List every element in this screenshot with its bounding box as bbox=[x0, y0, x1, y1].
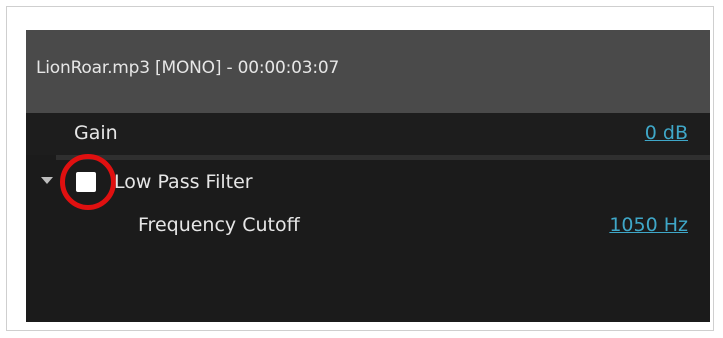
gain-value-link[interactable]: 0 dB bbox=[645, 122, 688, 144]
low-pass-filter-label: Low Pass Filter bbox=[114, 171, 253, 193]
track-header: LionRoar.mp3 [MONO] - 00:00:03:07 bbox=[26, 30, 710, 113]
audio-properties-panel: LionRoar.mp3 [MONO] - 00:00:03:07 Gain 0… bbox=[26, 30, 710, 322]
expand-arrow-icon[interactable] bbox=[41, 177, 53, 184]
gain-label: Gain bbox=[74, 122, 118, 144]
gain-row: Gain 0 dB bbox=[26, 113, 710, 155]
frequency-cutoff-label: Frequency Cutoff bbox=[138, 214, 300, 236]
row-divider bbox=[56, 155, 710, 160]
highlight-circle-annotation bbox=[60, 154, 116, 210]
frequency-cutoff-value-link[interactable]: 1050 Hz bbox=[609, 214, 688, 236]
track-title: LionRoar.mp3 [MONO] - 00:00:03:07 bbox=[36, 58, 340, 78]
